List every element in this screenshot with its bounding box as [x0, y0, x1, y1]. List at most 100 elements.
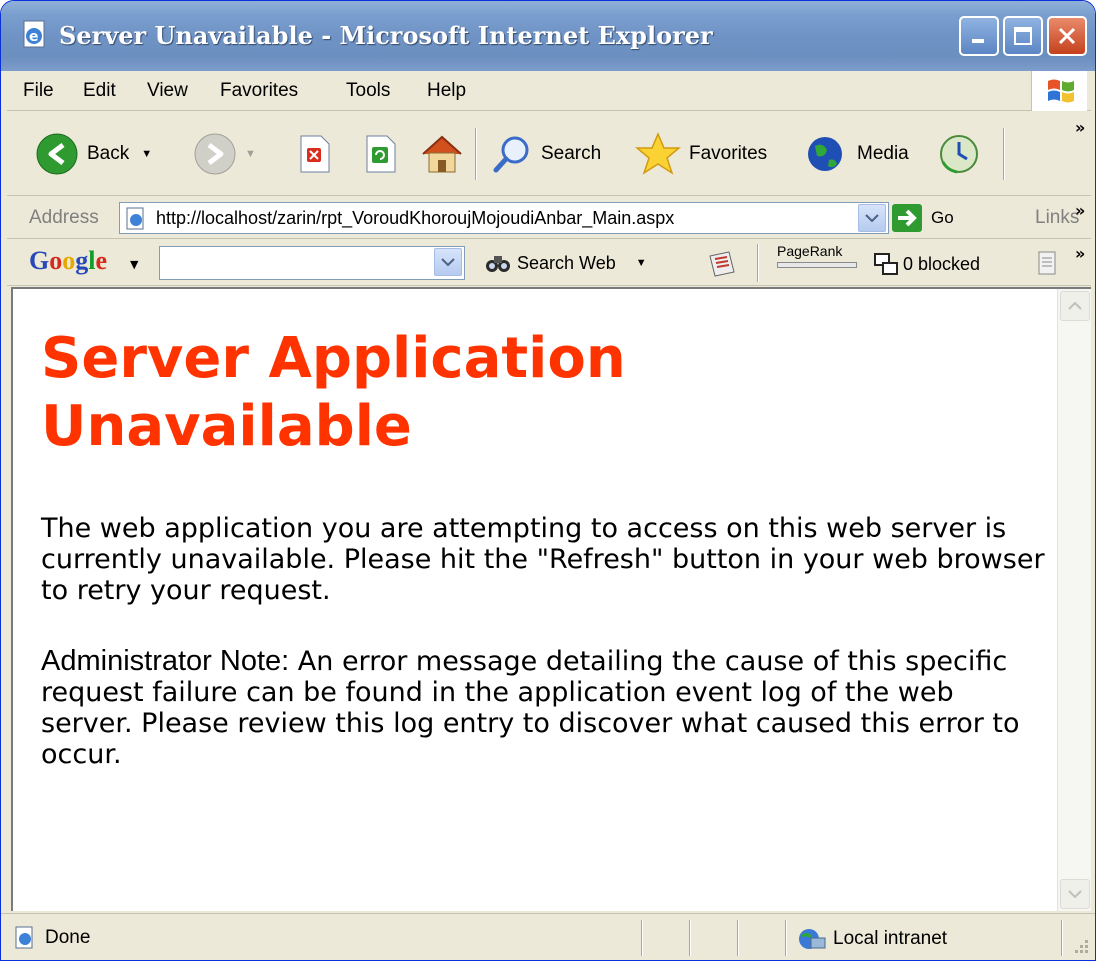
menu-view[interactable]: View	[147, 80, 188, 102]
favorites-label: Favorites	[689, 143, 768, 164]
google-menu-dropdown-icon[interactable]: ▼	[130, 258, 138, 271]
media-button[interactable]: Media	[805, 130, 909, 178]
stop-button[interactable]	[297, 130, 331, 178]
chevron-down-icon	[441, 258, 455, 267]
go-button[interactable]: Go	[891, 203, 954, 233]
resize-grip-icon[interactable]	[1071, 936, 1091, 956]
windows-flag-icon	[1048, 79, 1074, 103]
menu-file[interactable]: File	[23, 80, 54, 102]
standard-toolbar: Back ▼ ▼ Search Favorites Media »	[7, 112, 1091, 196]
options-notepad-icon[interactable]	[1035, 250, 1059, 278]
popup-blocker-icon	[874, 253, 898, 275]
status-separator	[689, 920, 691, 956]
pagerank-label: PageRank	[777, 243, 843, 259]
status-separator	[641, 920, 643, 956]
go-label: Go	[931, 208, 954, 227]
status-text: Done	[13, 926, 90, 950]
status-separator	[737, 920, 739, 956]
administrator-note-label: Administrator Note:	[41, 645, 290, 677]
scroll-up-button[interactable]	[1060, 291, 1090, 321]
favorites-button[interactable]: Favorites	[635, 130, 767, 178]
home-button[interactable]	[419, 130, 465, 178]
administrator-note: Administrator Note: An error message det…	[41, 645, 1051, 771]
maximize-button[interactable]	[1003, 16, 1043, 56]
window-title: Server Unavailable - Microsoft Internet …	[59, 21, 713, 50]
search-label: Search	[541, 143, 602, 164]
address-label: Address	[29, 207, 99, 228]
minimize-icon	[972, 39, 984, 43]
search-web-button[interactable]: Search Web ▼	[485, 252, 647, 274]
security-zone-label: Local intranet	[833, 928, 948, 949]
menu-edit[interactable]: Edit	[83, 80, 116, 102]
chevron-up-icon	[1068, 301, 1082, 310]
blocked-count-label: 0 blocked	[903, 253, 981, 274]
star-icon	[635, 132, 681, 175]
address-dropdown-button[interactable]	[858, 204, 886, 232]
page-icon	[126, 207, 144, 230]
stop-icon	[300, 135, 330, 173]
forward-dropdown-icon[interactable]: ▼	[245, 148, 256, 160]
google-logo[interactable]: Google	[29, 246, 107, 276]
pagerank-indicator[interactable]: PageRank	[777, 243, 867, 268]
media-globe-icon	[808, 137, 842, 171]
history-clock-icon	[940, 135, 978, 174]
search-web-dropdown-icon[interactable]: ▼	[636, 257, 647, 269]
menu-bar: File Edit View Favorites Tools Help	[7, 71, 1091, 111]
refresh-button[interactable]	[363, 130, 397, 178]
binoculars-icon	[486, 256, 510, 272]
page-viewport: Server Application Unavailable The web a…	[11, 287, 1091, 911]
search-button[interactable]: Search	[491, 130, 601, 178]
back-label: Back	[87, 143, 130, 164]
menu-tools[interactable]: Tools	[346, 80, 390, 102]
news-icon[interactable]	[707, 250, 737, 278]
ie-page-icon: e	[19, 19, 51, 51]
close-icon	[1058, 27, 1076, 45]
google-search-input[interactable]	[159, 246, 465, 280]
address-url: http://localhost/zarin/rpt_VoroudKhorouj…	[156, 208, 675, 228]
back-button[interactable]: Back ▼	[35, 130, 152, 178]
menu-favorites[interactable]: Favorites	[220, 80, 298, 102]
forward-button[interactable]: ▼	[193, 130, 256, 178]
google-toolbar: Google ▼ Search Web ▼ PageRank 0 blocked…	[7, 240, 1091, 286]
back-arrow-icon	[36, 133, 78, 175]
vertical-scrollbar[interactable]	[1057, 289, 1091, 911]
home-icon	[422, 135, 462, 173]
pagerank-bar	[777, 262, 857, 268]
address-bar: Address http://localhost/zarin/rpt_Vorou…	[7, 197, 1091, 239]
toolbar-separator	[475, 128, 477, 180]
scroll-down-button[interactable]	[1060, 879, 1090, 909]
chevron-down-icon	[1068, 890, 1082, 899]
close-button[interactable]	[1047, 16, 1087, 56]
page-title: Server Application Unavailable	[41, 326, 626, 459]
go-arrow-icon	[892, 204, 922, 232]
google-search-dropdown-button[interactable]	[434, 248, 462, 276]
search-web-label: Search Web	[517, 252, 616, 273]
status-separator	[785, 920, 787, 956]
maximize-icon	[1014, 27, 1032, 45]
history-button[interactable]	[937, 130, 981, 178]
status-done-label: Done	[45, 927, 91, 948]
status-bar: Done Local intranet	[1, 913, 1095, 960]
back-dropdown-icon[interactable]: ▼	[141, 148, 152, 160]
minimize-button[interactable]	[959, 16, 999, 56]
address-input[interactable]: http://localhost/zarin/rpt_VoroudKhorouj…	[119, 202, 889, 234]
error-message: The web application you are attempting t…	[41, 513, 1045, 606]
forward-arrow-icon	[194, 133, 236, 175]
toolbar-overflow-chevron-icon[interactable]: »	[1075, 118, 1085, 137]
title-bar[interactable]: e Server Unavailable - Microsoft Interne…	[1, 1, 1095, 71]
svg-text:e: e	[29, 29, 39, 45]
toolbar-separator	[757, 244, 759, 282]
local-intranet-icon	[799, 929, 826, 949]
chevron-down-icon	[865, 214, 879, 223]
page-icon	[15, 926, 33, 949]
menu-help[interactable]: Help	[427, 80, 466, 102]
refresh-icon	[366, 135, 396, 173]
links-label[interactable]: Links	[1035, 207, 1079, 229]
media-label: Media	[857, 143, 909, 164]
browser-window: e Server Unavailable - Microsoft Interne…	[0, 0, 1096, 961]
links-overflow-chevron-icon[interactable]: »	[1075, 201, 1085, 220]
security-zone[interactable]: Local intranet	[797, 926, 947, 952]
google-toolbar-overflow-chevron-icon[interactable]: »	[1075, 244, 1085, 263]
windows-logo	[1031, 71, 1087, 111]
popup-blocker-button[interactable]: 0 blocked	[873, 252, 980, 276]
